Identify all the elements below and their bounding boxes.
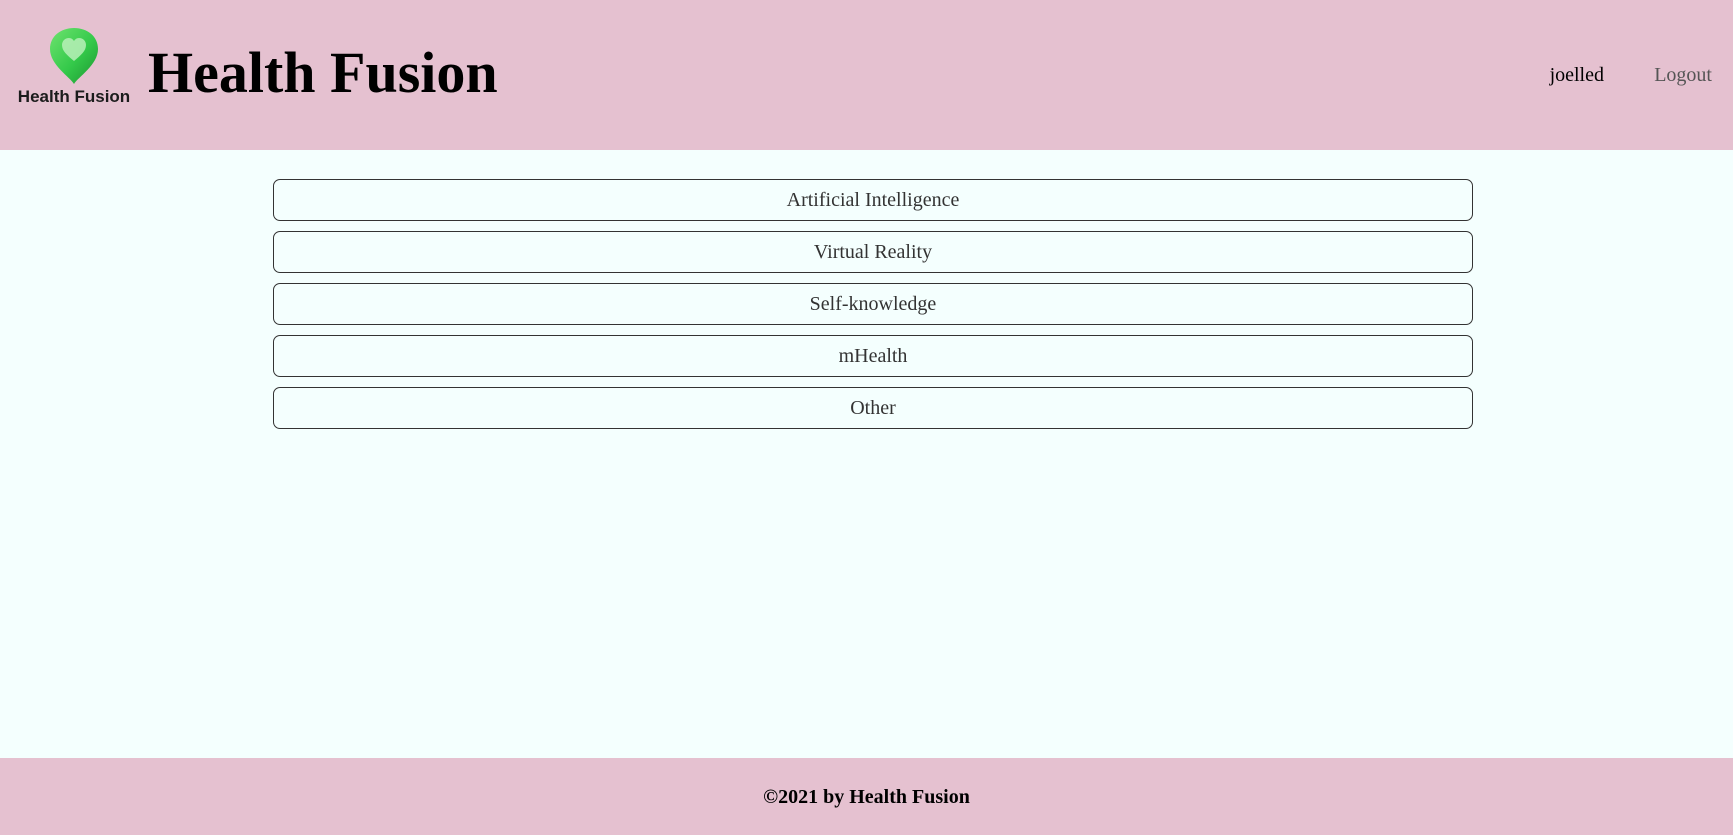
main-content: Artificial Intelligence Virtual Reality … <box>0 150 1733 758</box>
topic-button-self-knowledge[interactable]: Self-knowledge <box>273 283 1473 325</box>
site-title: Health Fusion <box>148 40 498 105</box>
list-item: Artificial Intelligence <box>273 179 1473 221</box>
list-item: Virtual Reality <box>273 231 1473 273</box>
brand-logo[interactable]: Health Fusion <box>12 28 136 108</box>
heart-pin-icon <box>50 28 98 84</box>
username-link[interactable]: joelled <box>1550 60 1604 90</box>
copyright-text: ©2021 by Health Fusion <box>763 786 970 808</box>
topic-button-virtual-reality[interactable]: Virtual Reality <box>273 231 1473 273</box>
topic-button-artificial-intelligence[interactable]: Artificial Intelligence <box>273 179 1473 221</box>
page: Health Fusion Health Fusion joelled Logo… <box>0 0 1733 835</box>
list-item: mHealth <box>273 335 1473 377</box>
list-item: Other <box>273 387 1473 429</box>
topic-button-other[interactable]: Other <box>273 387 1473 429</box>
topic-button-mhealth[interactable]: mHealth <box>273 335 1473 377</box>
logo-text: Health Fusion <box>17 87 131 106</box>
site-footer: ©2021 by Health Fusion <box>0 758 1733 835</box>
list-item: Self-knowledge <box>273 283 1473 325</box>
logout-link[interactable]: Logout <box>1654 60 1712 90</box>
topic-list: Artificial Intelligence Virtual Reality … <box>273 179 1473 439</box>
site-header: Health Fusion Health Fusion joelled Logo… <box>0 0 1733 150</box>
